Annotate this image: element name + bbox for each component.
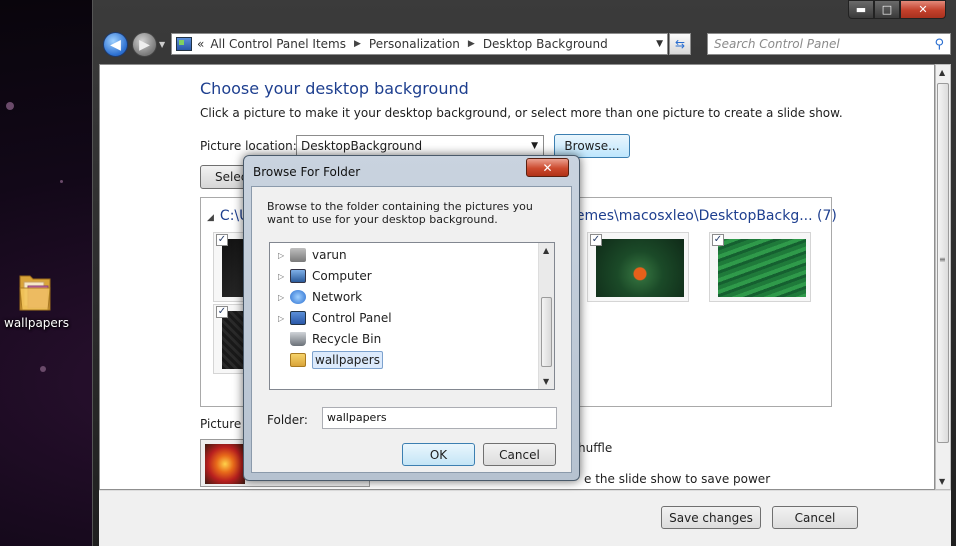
scroll-up-icon[interactable]: ▲	[543, 246, 549, 255]
tree-item-label: Network	[312, 290, 363, 304]
checkbox[interactable]: ✓	[590, 234, 602, 246]
folder-label: Folder:	[267, 413, 308, 427]
tree-item-label: wallpapers	[312, 351, 383, 369]
tree-item-varun[interactable]: ▷ varun	[278, 245, 347, 265]
expand-icon[interactable]: ▷	[278, 314, 288, 323]
browse-for-folder-dialog: Browse For Folder ✕ Browse to the folder…	[243, 155, 580, 481]
page-title: Choose your desktop background	[200, 79, 469, 98]
folder-icon	[290, 353, 306, 367]
refresh-icon: ⇆	[674, 37, 686, 51]
control-panel-icon	[290, 311, 306, 325]
user-folder-icon	[290, 248, 306, 262]
search-placeholder: Search Control Panel	[714, 37, 840, 51]
scroll-up-icon[interactable]: ▲	[939, 68, 945, 77]
breadcrumb-overflow[interactable]: «	[197, 37, 204, 51]
cancel-button[interactable]: Cancel	[772, 506, 858, 529]
wallpaper-image	[596, 239, 684, 297]
tree-item-control-panel[interactable]: ▷ Control Panel	[278, 308, 392, 328]
chevron-right-icon[interactable]: ▶	[468, 39, 475, 49]
tree-item-wallpapers[interactable]: wallpapers	[278, 350, 383, 370]
folder-icon	[18, 268, 52, 312]
chevron-right-icon[interactable]: ▶	[354, 39, 361, 49]
preview-image	[205, 444, 245, 484]
chevron-down-icon[interactable]: ▼	[656, 39, 663, 49]
tree-item-label: Computer	[312, 269, 372, 283]
dialog-body: Browse to the folder containing the pict…	[251, 186, 572, 473]
search-input[interactable]: Search Control Panel ⚲	[707, 33, 951, 55]
picture-location-value: DesktopBackground	[301, 139, 423, 153]
page-description: Click a picture to make it your desktop …	[200, 106, 843, 120]
footer-bar: Save changes Cancel	[99, 490, 951, 546]
picture-location-label: Picture location:	[200, 139, 297, 153]
search-icon[interactable]: ⚲	[934, 37, 944, 52]
control-panel-icon	[176, 37, 192, 51]
dialog-description: Browse to the folder containing the pict…	[267, 200, 533, 226]
computer-icon	[290, 269, 306, 283]
scroll-down-icon[interactable]: ▼	[543, 377, 549, 386]
tree-item-recycle-bin[interactable]: Recycle Bin	[278, 329, 381, 349]
refresh-button[interactable]: ⇆	[669, 33, 691, 55]
expand-icon[interactable]: ▷	[278, 251, 288, 260]
dialog-title: Browse For Folder	[253, 165, 361, 179]
dialog-close-button[interactable]: ✕	[526, 158, 569, 177]
network-icon	[290, 290, 306, 304]
minimize-button[interactable]: ▬	[848, 0, 874, 19]
tree-item-label: varun	[312, 248, 347, 262]
expand-icon[interactable]: ▷	[278, 272, 288, 281]
maximize-button[interactable]: □	[874, 0, 900, 19]
checkbox[interactable]: ✓	[712, 234, 724, 246]
tree-item-computer[interactable]: ▷ Computer	[278, 266, 372, 286]
tree-scrollbar[interactable]: ▲ ▼	[538, 243, 554, 389]
battery-option-label: e the slide show to save power	[584, 472, 771, 486]
desktop-decoration	[40, 366, 46, 372]
desktop-decoration	[60, 180, 63, 183]
ok-button[interactable]: OK	[402, 443, 475, 466]
checkbox[interactable]: ✓	[216, 306, 228, 318]
arrow-right-icon: ▶	[139, 36, 150, 53]
wallpaper-thumbnail[interactable]: ✓	[709, 232, 811, 302]
arrow-left-icon: ◀	[110, 36, 121, 53]
picture-location-select[interactable]: DesktopBackground ▼	[296, 135, 544, 157]
breadcrumb-desktop-background[interactable]: Desktop Background	[483, 37, 608, 51]
folder-tree[interactable]: ▷ varun ▷ Computer ▷ Network ▷ Control P…	[269, 242, 555, 390]
caption-buttons: ▬ □ ✕	[848, 0, 946, 19]
vertical-scrollbar[interactable]: ▲ ≡ ▼	[935, 64, 951, 490]
back-button[interactable]: ◀	[103, 32, 128, 57]
group-path-tail: hemes\macosxleo\DesktopBackg... (7)	[567, 208, 837, 224]
recycle-bin-icon	[290, 332, 306, 346]
expand-icon[interactable]: ▷	[278, 293, 288, 302]
scroll-down-icon[interactable]: ▼	[939, 477, 945, 486]
forward-button[interactable]: ▶	[132, 32, 157, 57]
navigation-bar: ◀ ▶ ▼ « All Control Panel Items ▶ Person…	[101, 30, 951, 58]
close-button[interactable]: ✕	[900, 0, 946, 19]
recent-pages-button[interactable]: ▼	[159, 40, 165, 49]
tree-item-network[interactable]: ▷ Network	[278, 287, 362, 307]
save-changes-button[interactable]: Save changes	[661, 506, 761, 529]
checkbox[interactable]: ✓	[216, 234, 228, 246]
tree-item-label: Recycle Bin	[312, 332, 382, 346]
desktop-icon-wallpapers[interactable]: wallpapers	[4, 268, 69, 330]
tree-item-label: Control Panel	[312, 311, 392, 325]
folder-input[interactable]: wallpapers	[322, 407, 557, 429]
desktop-icon-label: wallpapers	[4, 316, 69, 330]
dialog-cancel-button[interactable]: Cancel	[483, 443, 556, 466]
breadcrumb-personalization[interactable]: Personalization	[369, 37, 460, 51]
wallpaper-thumbnail[interactable]: ✓	[587, 232, 689, 302]
address-bar[interactable]: « All Control Panel Items ▶ Personalizat…	[171, 33, 668, 55]
desktop-decoration	[6, 102, 14, 110]
collapse-icon[interactable]: ◢	[207, 213, 214, 223]
scrollbar-thumb[interactable]	[541, 297, 552, 367]
chevron-down-icon[interactable]: ▼	[531, 141, 538, 151]
breadcrumb-all-control-panel-items[interactable]: All Control Panel Items	[210, 37, 346, 51]
wallpaper-image	[718, 239, 806, 297]
shuffle-label: huffle	[578, 441, 613, 455]
grip-icon: ≡	[939, 255, 946, 264]
